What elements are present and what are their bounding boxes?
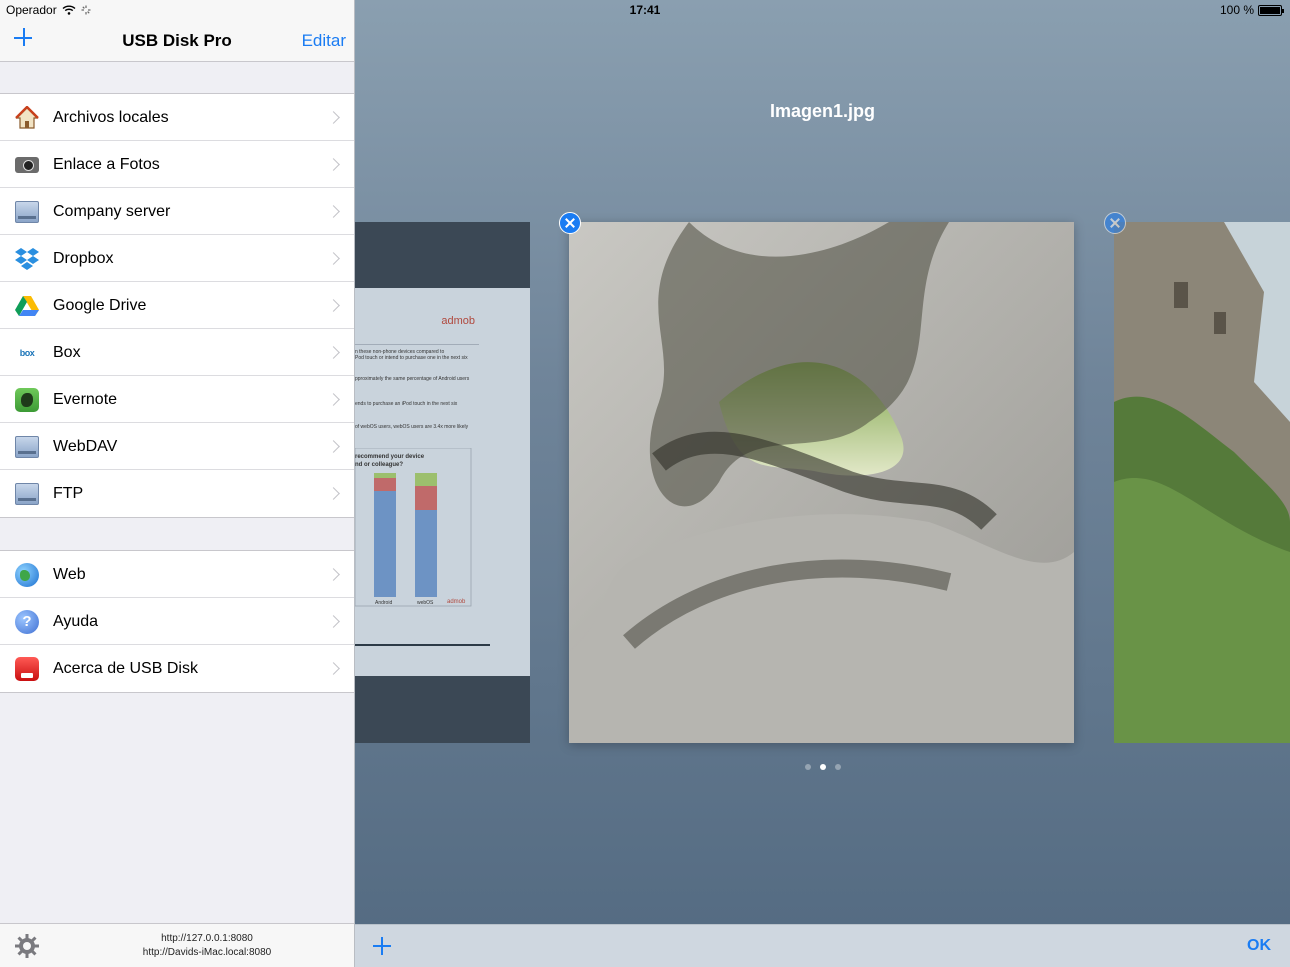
server-urls: http://127.0.0.1:8080 http://Davids-iMac…: [60, 932, 354, 960]
ok-button[interactable]: OK: [1247, 937, 1271, 955]
server-icon: [14, 199, 40, 225]
chevron-right-icon: [327, 393, 340, 406]
globe-icon: [14, 562, 40, 588]
current-image[interactable]: [569, 222, 1074, 743]
sidebar-item-ftp[interactable]: FTP: [0, 470, 354, 517]
sidebar-item-enlace-a-fotos[interactable]: Enlace a Fotos: [0, 141, 354, 188]
sidebar-footer: http://127.0.0.1:8080 http://Davids-iMac…: [0, 923, 354, 967]
page-dot: [834, 764, 841, 770]
google-drive-icon: [14, 293, 40, 319]
help-icon: ?: [14, 609, 40, 635]
sidebar-item-label: Google Drive: [53, 296, 147, 314]
locations-list: Archivos locales Enlace a Fotos Company …: [0, 93, 354, 518]
box-icon: box: [19, 347, 35, 358]
evernote-icon: [14, 387, 40, 413]
sidebar-item-archivos-locales[interactable]: Archivos locales: [0, 94, 354, 141]
usb-disk-icon: [14, 656, 40, 682]
dropbox-icon: [14, 246, 40, 272]
sidebar-item-label: Enlace a Fotos: [53, 155, 160, 173]
chevron-right-icon: [327, 158, 340, 171]
chevron-right-icon: [327, 568, 340, 581]
server-icon: [14, 434, 40, 460]
doc-brand: admob: [441, 315, 475, 327]
image-viewer: Imagen1.jpg admob n these non-phone devi…: [355, 0, 1290, 967]
camera-icon: [14, 152, 40, 178]
sidebar-item-label: Box: [53, 343, 81, 361]
status-bar: Operador 17:41 100 %: [0, 0, 1290, 20]
chevron-right-icon: [327, 662, 340, 675]
add-icon[interactable]: [371, 935, 393, 957]
page-dot-active: [819, 764, 826, 770]
page-indicator[interactable]: [355, 764, 1290, 770]
chevron-right-icon: [327, 299, 340, 312]
viewer-toolbar: OK: [355, 924, 1290, 967]
sidebar-item-web[interactable]: Web: [0, 551, 354, 598]
sidebar-item-label: WebDAV: [53, 437, 118, 455]
chevron-right-icon: [327, 440, 340, 453]
house-icon: [14, 105, 40, 131]
image-title: Imagen1.jpg: [769, 101, 876, 121]
page-dot: [804, 764, 811, 770]
sidebar-item-label: Company server: [53, 202, 171, 220]
sidebar-item-label: Web: [53, 565, 86, 583]
sidebar-item-label: Acerca de USB Disk: [53, 659, 198, 677]
battery-icon: [1258, 4, 1284, 16]
sidebar-item-company-server[interactable]: Company server: [0, 188, 354, 235]
gear-icon[interactable]: [14, 933, 40, 959]
chevron-right-icon: [327, 205, 340, 218]
sidebar-item-evernote[interactable]: Evernote: [0, 376, 354, 423]
sidebar-item-box[interactable]: box Box: [0, 329, 354, 376]
chevron-right-icon: [327, 111, 340, 124]
sidebar-item-label: Archivos locales: [53, 108, 169, 126]
sidebar-item-google-drive[interactable]: Google Drive: [0, 282, 354, 329]
sidebar-item-label: FTP: [53, 484, 84, 502]
next-image-thumbnail[interactable]: [1114, 222, 1290, 743]
doc-bar-chart: [355, 448, 472, 607]
local-url: http://127.0.0.1:8080: [161, 933, 253, 944]
document-thumbnail[interactable]: admob n these non-phone devices compared…: [355, 222, 530, 743]
sidebar: USB Disk Pro Editar Archivos locales Enl…: [0, 0, 355, 967]
sidebar-item-label: Evernote: [53, 390, 118, 408]
info-list: Web ? Ayuda Acerca de USB Disk: [0, 550, 354, 693]
sidebar-item-webdav[interactable]: WebDAV: [0, 423, 354, 470]
edit-button[interactable]: Editar: [302, 31, 346, 51]
chevron-right-icon: [327, 615, 340, 628]
chevron-right-icon: [327, 252, 340, 265]
chevron-right-icon: [327, 487, 340, 500]
sidebar-item-label: Dropbox: [53, 249, 114, 267]
sidebar-item-acerca[interactable]: Acerca de USB Disk: [0, 645, 354, 692]
sidebar-item-ayuda[interactable]: ? Ayuda: [0, 598, 354, 645]
close-icon[interactable]: [559, 212, 581, 234]
document-preview: admob n these non-phone devices compared…: [355, 288, 530, 676]
close-icon[interactable]: [1104, 212, 1126, 234]
battery-percent: 100 %: [1219, 3, 1254, 17]
status-time: 17:41: [629, 3, 661, 17]
sidebar-item-dropbox[interactable]: Dropbox: [0, 235, 354, 282]
server-icon: [14, 481, 40, 507]
chevron-right-icon: [327, 346, 340, 359]
network-url: http://Davids-iMac.local:8080: [142, 947, 272, 958]
sidebar-item-label: Ayuda: [53, 612, 99, 630]
